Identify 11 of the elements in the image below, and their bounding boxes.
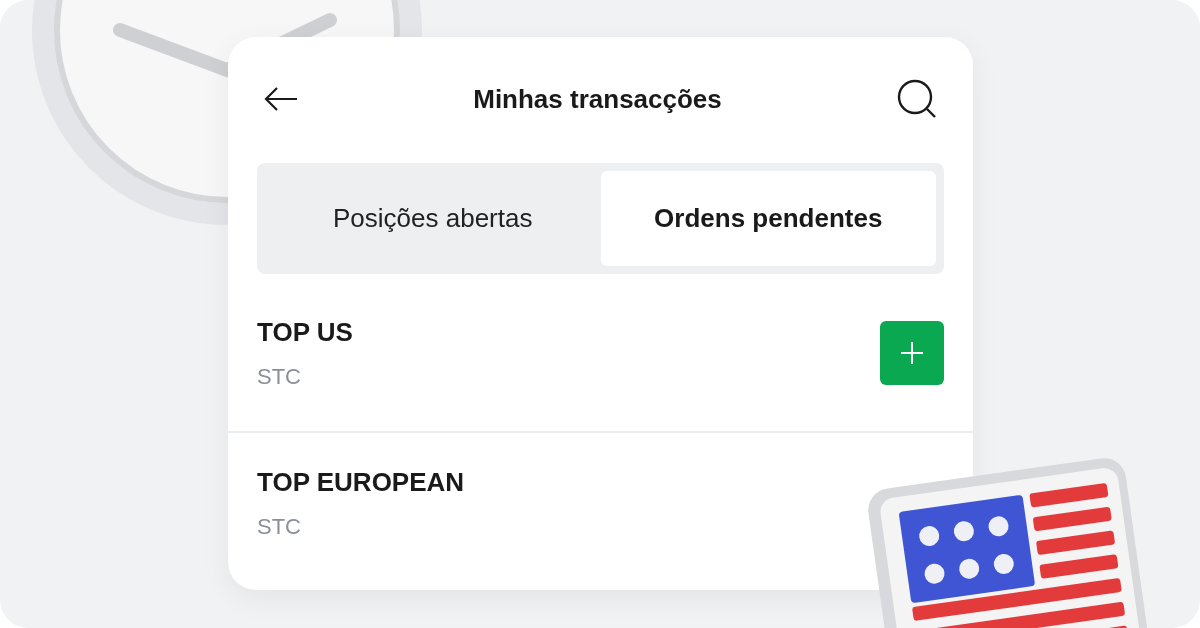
- screen-title: Minhas transacções: [473, 82, 722, 116]
- instrument-name: TOP EUROPEAN: [257, 466, 465, 499]
- instrument-name: TOP US: [257, 315, 353, 349]
- back-arrow-icon[interactable]: [264, 86, 298, 112]
- search-icon[interactable]: [897, 79, 937, 119]
- instrument-type: STC: [257, 362, 302, 391]
- segment-tab[interactable]: Posições abertas: [265, 171, 601, 266]
- instrument-type: STC: [257, 513, 302, 541]
- plus-icon: [901, 341, 923, 364]
- segment-tab[interactable]: Ordens pendentes: [600, 171, 936, 266]
- add-button[interactable]: [880, 320, 944, 385]
